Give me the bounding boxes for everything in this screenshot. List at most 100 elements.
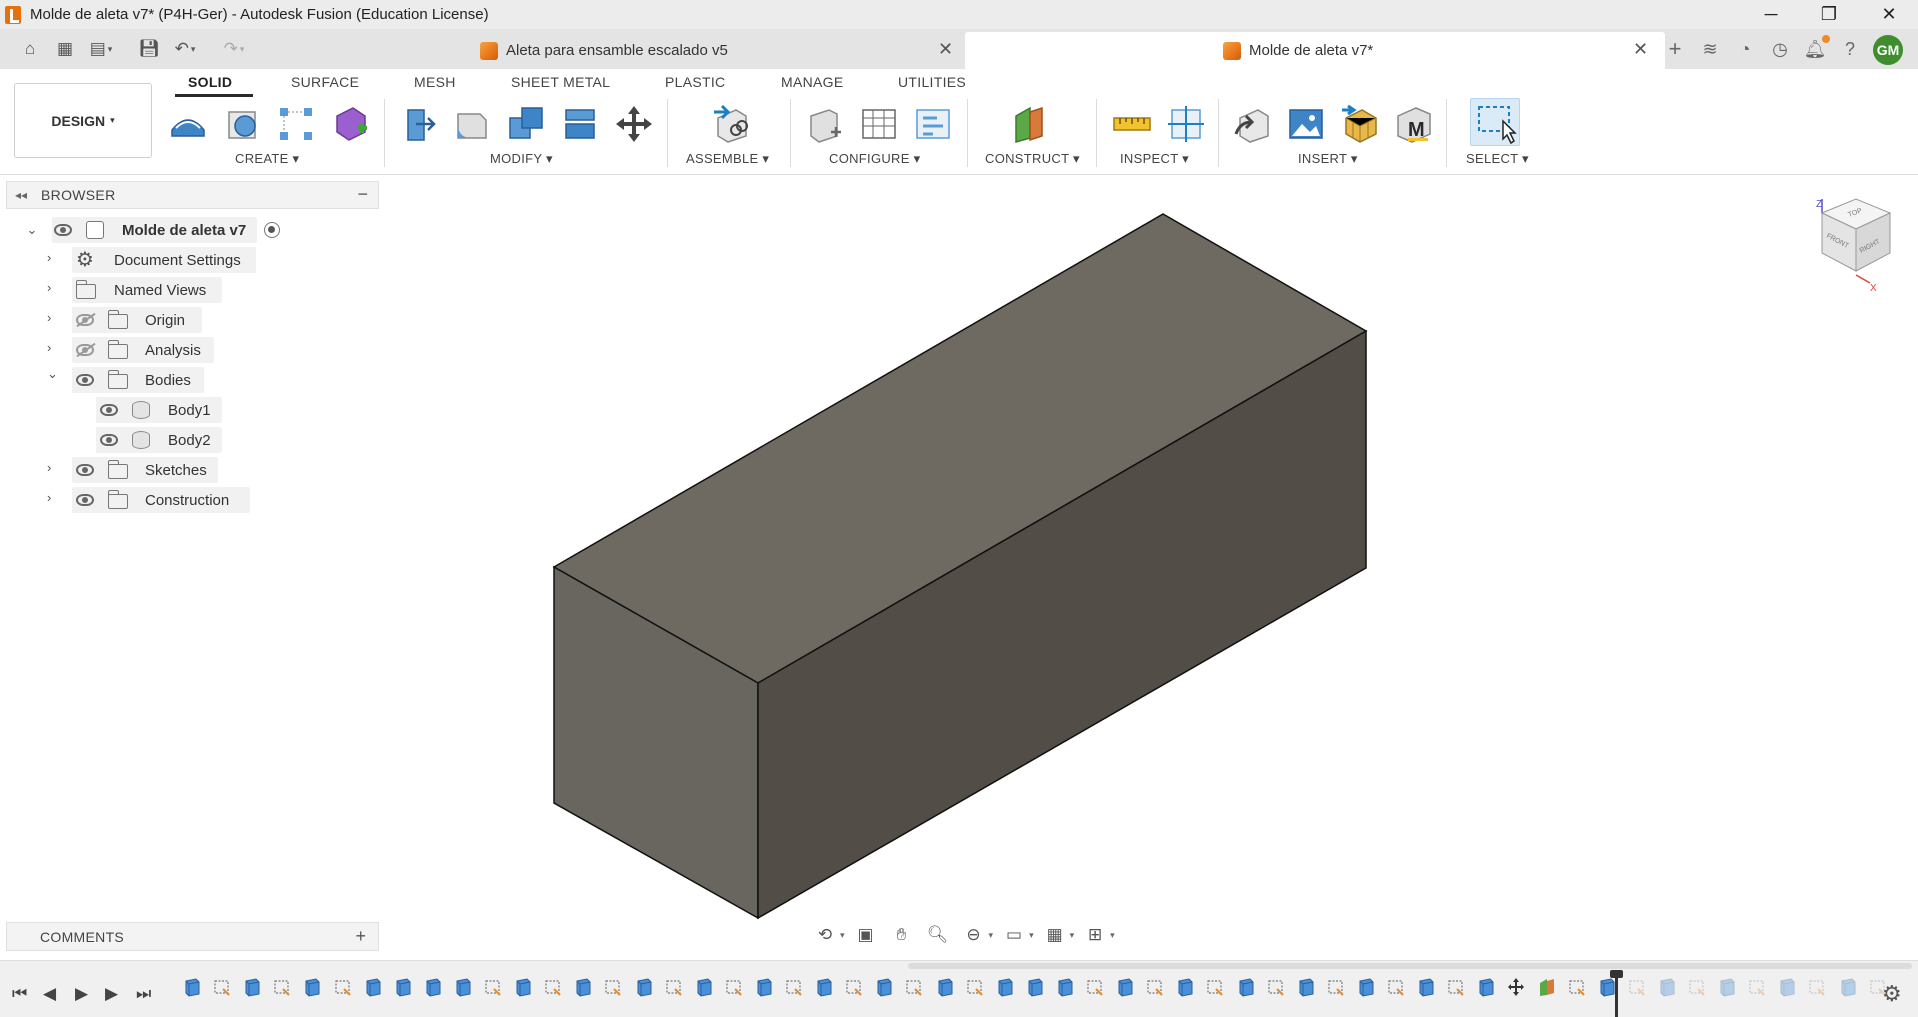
timeline-sketch-feature-icon[interactable] <box>604 977 622 997</box>
chevron-down-icon[interactable]: ▾ <box>989 930 994 941</box>
timeline-sketch-feature-icon[interactable] <box>905 977 923 997</box>
look-at-icon[interactable]: ▣ <box>851 922 881 948</box>
timeline-sketch-feature-icon[interactable] <box>1267 977 1285 997</box>
timeline-sketch-feature-icon[interactable] <box>1146 977 1164 997</box>
tab-sheet-metal[interactable]: SHEET METAL <box>511 74 610 90</box>
pan-hand-icon[interactable]: ✋︎ <box>887 922 917 948</box>
orbit-icon[interactable]: ⟲ <box>810 922 840 948</box>
create-form-icon[interactable] <box>331 104 371 144</box>
group-modify-label[interactable]: MODIFY ▾ <box>490 151 553 167</box>
timeline-extrude-feature-icon[interactable] <box>755 977 773 997</box>
tab-surface[interactable]: SURFACE <box>291 74 359 90</box>
browser-item-bodies[interactable]: Bodies <box>72 367 204 393</box>
extensions-icon[interactable]: ≋ <box>1698 37 1722 61</box>
visibility-eye-icon[interactable] <box>54 224 72 236</box>
workspace-switcher-button[interactable]: DESIGN ▾ <box>14 83 152 158</box>
visibility-eye-icon[interactable] <box>100 434 118 446</box>
chevron-right-icon[interactable]: › <box>47 340 51 355</box>
timeline-sketch-feature-icon[interactable] <box>273 977 291 997</box>
configure-design-icon[interactable] <box>805 104 845 144</box>
insert-mesh-icon[interactable] <box>1340 104 1380 144</box>
tab-molde-aleta[interactable]: Molde de aleta v7* ✕ <box>965 32 1665 69</box>
minimize-panel-icon[interactable]: − <box>357 184 368 205</box>
chevron-right-icon[interactable]: › <box>47 490 51 505</box>
canvas-viewport[interactable] <box>380 175 1918 955</box>
browser-item-document-settings[interactable]: ⚙ Document Settings <box>72 247 256 273</box>
timeline-extrude-feature-icon[interactable] <box>1477 977 1495 997</box>
browser-item-body1[interactable]: Body1 <box>96 397 222 423</box>
timeline-sketch-feature-icon[interactable] <box>845 977 863 997</box>
timeline-extrude-feature-icon[interactable] <box>394 977 412 997</box>
timeline-sketch-feature-icon[interactable] <box>1327 977 1345 997</box>
joint-icon[interactable] <box>710 104 750 144</box>
shell-icon[interactable] <box>560 104 600 144</box>
close-tab-icon[interactable]: ✕ <box>1633 39 1648 60</box>
configuration-table-icon[interactable] <box>859 104 899 144</box>
timeline-extrude-feature-icon[interactable] <box>1839 977 1857 997</box>
home-icon[interactable]: ⌂ <box>18 38 42 60</box>
timeline-marker[interactable] <box>1610 970 1623 1017</box>
chevron-down-icon[interactable]: ▾ <box>1029 930 1034 941</box>
tab-mesh[interactable]: MESH <box>414 74 456 90</box>
fit-window-icon[interactable]: ⊖ <box>959 922 989 948</box>
insert-mcmaster-icon[interactable]: M <box>1394 104 1434 144</box>
timeline-sketch-feature-icon[interactable] <box>1387 977 1405 997</box>
visibility-eye-icon[interactable] <box>100 404 118 416</box>
timeline-extrude-feature-icon[interactable] <box>695 977 713 997</box>
timeline-extrude-feature-icon[interactable] <box>936 977 954 997</box>
tab-aleta-ensamble[interactable]: Aleta para ensamble escalado v5 ✕ <box>480 32 960 69</box>
clock-icon[interactable]: ◷ <box>1768 37 1792 61</box>
step-back-icon[interactable]: ◀ <box>43 984 56 1004</box>
pattern-icon[interactable] <box>276 104 316 144</box>
browser-item-named-views[interactable]: Named Views <box>72 277 222 303</box>
timeline-extrude-feature-icon[interactable] <box>1176 977 1194 997</box>
timeline-sketch-feature-icon[interactable] <box>1748 977 1766 997</box>
go-to-end-icon[interactable]: ⏭ <box>136 984 151 1004</box>
chevron-down-icon[interactable]: ⌄ <box>47 366 58 382</box>
press-pull-icon[interactable] <box>398 104 438 144</box>
hidden-eye-icon[interactable] <box>76 314 94 326</box>
browser-item-construction[interactable]: Construction <box>72 487 250 513</box>
browser-item-body2[interactable]: Body2 <box>96 427 222 453</box>
offset-plane-icon[interactable] <box>1012 104 1052 144</box>
tab-manage[interactable]: MANAGE <box>781 74 843 90</box>
group-inspect-label[interactable]: INSPECT ▾ <box>1120 151 1189 167</box>
chevron-right-icon[interactable]: › <box>47 280 51 295</box>
visibility-eye-icon[interactable] <box>76 494 94 506</box>
chevron-right-icon[interactable]: › <box>47 250 51 265</box>
save-icon[interactable]: 💾︎ <box>137 38 161 60</box>
viewcube[interactable]: Z X TOP FRONT RIGHT <box>1808 195 1903 295</box>
timeline-extrude-feature-icon[interactable] <box>1658 977 1676 997</box>
tab-utilities[interactable]: UTILITIES <box>898 74 966 90</box>
go-to-start-icon[interactable]: ⏮ <box>12 984 27 1004</box>
timeline-sketch-feature-icon[interactable] <box>1086 977 1104 997</box>
timeline-sketch-feature-icon[interactable] <box>785 977 803 997</box>
viewports-icon[interactable]: ⊞ <box>1080 922 1110 948</box>
timeline-sketch-feature-icon[interactable] <box>1628 977 1646 997</box>
timeline-move-feature-icon[interactable] <box>1507 977 1525 997</box>
new-tab-plus-icon[interactable]: + <box>1663 36 1687 61</box>
insert-derive-icon[interactable] <box>1232 104 1272 144</box>
data-panel-grid-icon[interactable]: ▦ <box>53 38 77 60</box>
job-status-icon[interactable]: ◔ <box>1733 37 1757 61</box>
grid-snap-icon[interactable]: ▦ <box>1040 922 1070 948</box>
browser-root-item[interactable]: Molde de aleta v7 <box>52 217 257 243</box>
group-configure-label[interactable]: CONFIGURE ▾ <box>829 151 920 167</box>
browser-item-sketches[interactable]: Sketches <box>72 457 218 483</box>
close-window-button[interactable]: ✕ <box>1860 0 1918 29</box>
timeline-extrude-feature-icon[interactable] <box>1357 977 1375 997</box>
timeline-extrude-feature-icon[interactable] <box>454 977 472 997</box>
timeline-sketch-feature-icon[interactable] <box>1568 977 1586 997</box>
measure-icon[interactable] <box>1112 104 1152 144</box>
file-menu-icon[interactable]: ▤ ▾ <box>89 38 113 60</box>
minimize-button[interactable]: ─ <box>1742 0 1800 29</box>
timeline-extrude-feature-icon[interactable] <box>514 977 532 997</box>
select-tool-button[interactable] <box>1470 98 1520 146</box>
timeline-extrude-feature-icon[interactable] <box>1417 977 1435 997</box>
group-insert-label[interactable]: INSERT ▾ <box>1298 151 1358 167</box>
hidden-eye-icon[interactable] <box>76 344 94 356</box>
timeline-extrude-feature-icon[interactable] <box>815 977 833 997</box>
section-analysis-icon[interactable] <box>1166 104 1206 144</box>
timeline-sketch-feature-icon[interactable] <box>484 977 502 997</box>
display-settings-icon[interactable]: ▭ <box>999 922 1029 948</box>
